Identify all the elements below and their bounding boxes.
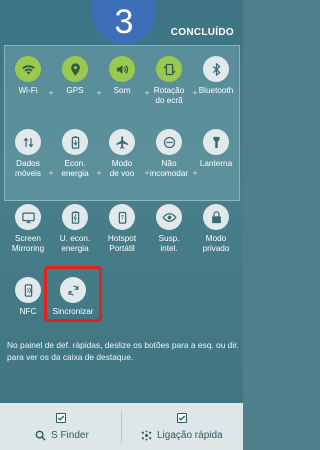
tile-label-line1: Rotação — [153, 86, 185, 95]
ultra-power-saving-icon — [62, 204, 88, 230]
airplane-icon — [109, 129, 135, 155]
battery-saver-icon — [62, 129, 88, 155]
tile-label: Não incomodar — [145, 159, 193, 179]
tile-label: GPS — [66, 86, 84, 95]
tile-gps[interactable]: GPS — [51, 56, 99, 96]
tile-label-line2: móveis — [15, 169, 41, 178]
tile-label-line2: energia — [61, 244, 89, 253]
quick-connect-option[interactable]: Ligação rápida — [122, 403, 243, 450]
tile-label-line1: Econ. — [64, 159, 86, 168]
tile-label-line2: energia — [61, 169, 89, 178]
tile-label-line2: incomodar — [149, 169, 189, 178]
tile-label: Rotação do ecrã — [145, 86, 193, 106]
tile-label: Dados móveis — [4, 159, 52, 179]
rotation-icon — [156, 56, 182, 82]
tile-label: Susp. intel. — [145, 234, 193, 254]
tile-label-line1: U. econ. — [59, 234, 91, 243]
tile-mobile-data[interactable]: Dados móveis — [4, 129, 52, 179]
tile-flashlight[interactable]: Lanterna — [192, 129, 240, 169]
tile-screen-mirroring[interactable]: Screen Mirroring — [4, 204, 52, 254]
tile-private-mode[interactable]: Modo privado — [192, 204, 240, 254]
step-badge: 3 — [92, 0, 156, 44]
wifi-icon — [15, 56, 41, 82]
location-icon — [62, 56, 88, 82]
s-finder-checkbox[interactable] — [56, 413, 66, 423]
header: 3 CONCLUÍDO — [0, 0, 243, 50]
tile-hotspot[interactable]: Hotspot Portátil — [98, 204, 146, 254]
quick-connect-icon — [141, 430, 152, 441]
tile-label: U. econ. energia — [51, 234, 99, 254]
tile-label-line2: de voo — [109, 169, 135, 178]
tile-bluetooth[interactable]: Bluetooth — [192, 56, 240, 96]
tile-label: Som — [113, 86, 131, 95]
flashlight-icon — [203, 129, 229, 155]
tile-label-line1: Modo — [205, 234, 227, 243]
checkmark-icon — [178, 415, 186, 421]
bluetooth-icon — [203, 56, 229, 82]
tile-label-line1: Dados — [16, 159, 40, 168]
tile-label-line1: Screen — [15, 234, 41, 243]
tile-label-line2: privado — [202, 244, 230, 253]
tile-label-line1: Modo — [111, 159, 133, 168]
smart-stay-icon — [156, 204, 182, 230]
tile-label: Lanterna — [199, 159, 233, 168]
tile-rotation[interactable]: Rotação do ecrã — [145, 56, 193, 106]
tile-airplane-mode[interactable]: Modo de voo — [98, 129, 146, 179]
tile-label-line1: Hotspot — [107, 234, 137, 243]
tile-power-saving[interactable]: Econ. energia — [51, 129, 99, 179]
tile-label: Screen Mirroring — [4, 234, 52, 254]
highlight-box — [44, 266, 102, 322]
tile-do-not-disturb[interactable]: Não incomodar — [145, 129, 193, 179]
tile-label-line2: Portátil — [109, 244, 135, 253]
tile-label-line1: Não — [161, 159, 177, 168]
tile-label-line2: do ecrã — [155, 96, 183, 105]
quick-connect-checkbox[interactable] — [177, 413, 187, 423]
quick-settings-editor: 3 CONCLUÍDO + + + + + + + + Wi-Fi GPS So… — [0, 0, 243, 450]
s-finder-label: S Finder — [51, 430, 89, 441]
nfc-icon — [15, 277, 41, 303]
volume-icon — [109, 56, 135, 82]
tile-wifi[interactable]: Wi-Fi — [4, 56, 52, 96]
do-not-disturb-icon — [156, 129, 182, 155]
done-button[interactable]: CONCLUÍDO — [171, 27, 234, 38]
search-icon — [35, 430, 46, 441]
mobile-data-icon — [15, 129, 41, 155]
tile-label: Modo de voo — [98, 159, 146, 179]
tile-label: Wi-Fi — [18, 86, 38, 95]
quick-connect-label: Ligação rápida — [157, 430, 223, 441]
tile-label-line1: Susp. — [158, 234, 180, 243]
checkmark-icon — [57, 415, 65, 421]
tile-label: Modo privado — [192, 234, 240, 254]
tile-label-line2: Mirroring — [11, 244, 45, 253]
tile-smart-stay[interactable]: Susp. intel. — [145, 204, 193, 254]
s-finder-option[interactable]: S Finder — [0, 403, 121, 450]
tile-label: Hotspot Portátil — [98, 234, 146, 254]
bottom-bar: S Finder Ligação rápida — [0, 403, 243, 450]
tile-label: Bluetooth — [198, 86, 234, 95]
screen-mirroring-icon — [15, 204, 41, 230]
tile-label: Econ. energia — [51, 159, 99, 179]
tile-ultra-power-saving[interactable]: U. econ. energia — [51, 204, 99, 254]
tile-sound[interactable]: Som — [98, 56, 146, 96]
private-mode-icon — [203, 204, 229, 230]
hotspot-icon — [109, 204, 135, 230]
info-text: No painel de def. rápidas, deslize os bo… — [7, 340, 239, 362]
tile-label-line2: intel. — [160, 244, 178, 253]
